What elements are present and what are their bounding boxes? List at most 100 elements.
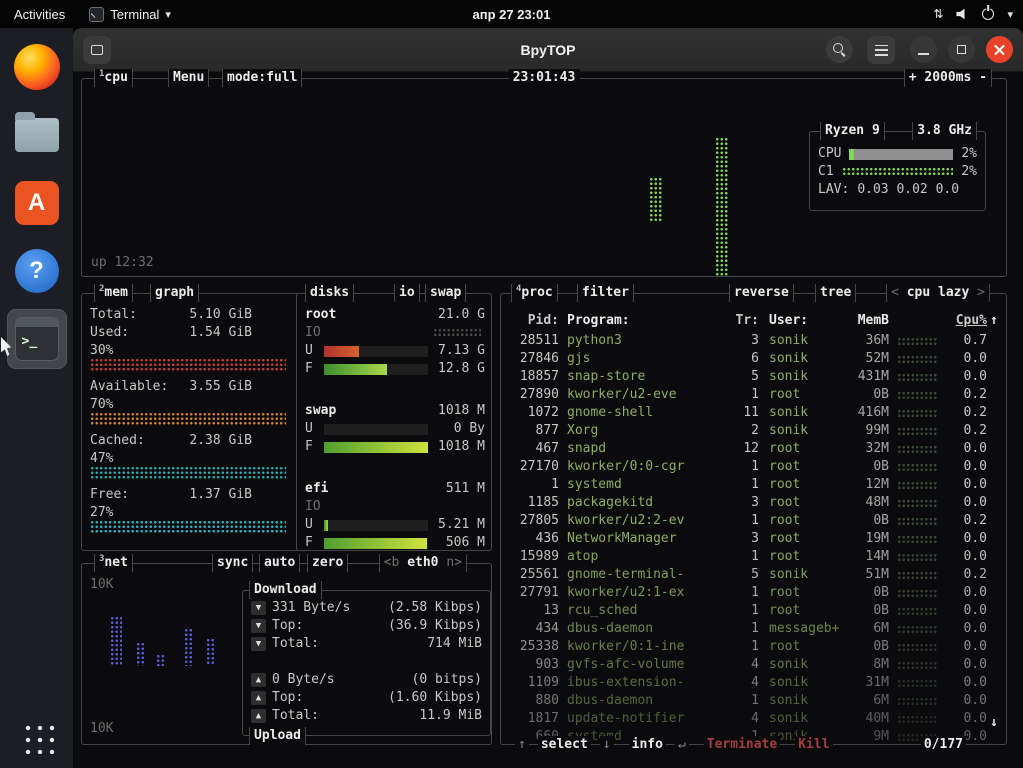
- proc-box-title[interactable]: 4proc: [511, 284, 558, 302]
- process-user: sonik: [769, 350, 845, 368]
- header-threads[interactable]: Tr:: [729, 312, 759, 330]
- cpu-model: Ryzen 9: [820, 122, 885, 140]
- cpu-clock: 23:01:43: [509, 69, 580, 87]
- process-row[interactable]: 880 dbus-daemon 1 sonik 6M 0.0: [501, 692, 1006, 710]
- process-row[interactable]: 1072 gnome-shell 11 sonik 416M 0.2: [501, 404, 1006, 422]
- process-row[interactable]: 1185 packagekitd 3 root 48M 0.0: [501, 494, 1006, 512]
- header-mem[interactable]: MemB: [845, 312, 889, 330]
- proc-filter-button[interactable]: filter: [577, 284, 634, 302]
- mem-available-graph: [90, 412, 286, 425]
- activities-button[interactable]: Activities: [0, 0, 79, 28]
- upload-arrow-icon: ▲: [251, 709, 266, 723]
- close-button[interactable]: [986, 36, 1013, 63]
- dock-item-help[interactable]: ?: [8, 242, 66, 300]
- process-row[interactable]: 28511 python3 3 sonik 36M 0.7: [501, 332, 1006, 350]
- disk-size: 21.0 G: [438, 306, 485, 324]
- process-row[interactable]: 1109 ibus-extension- 4 sonik 31M 0.0: [501, 674, 1006, 692]
- process-row[interactable]: 27890 kworker/u2-eve 1 root 0B 0.2: [501, 386, 1006, 404]
- menu-button[interactable]: [867, 36, 895, 64]
- upload-arrow-icon: ▲: [251, 691, 266, 705]
- process-user: root: [769, 548, 845, 566]
- process-row[interactable]: 467 snapd 12 root 32M 0.0: [501, 440, 1006, 458]
- process-user: root: [769, 584, 845, 602]
- info-action[interactable]: info: [629, 736, 666, 754]
- net-interface-switcher[interactable]: <b eth0 n>: [379, 554, 467, 572]
- net-line-value: (1.60 Kibps): [388, 689, 482, 707]
- maximize-icon: [957, 45, 966, 54]
- new-tab-button[interactable]: [83, 36, 111, 64]
- search-button[interactable]: [826, 36, 853, 63]
- dock-item-files[interactable]: [8, 106, 66, 164]
- dock-item-firefox[interactable]: [8, 38, 66, 96]
- process-row[interactable]: 27170 kworker/0:0-cgr 1 root 0B 0.0: [501, 458, 1006, 476]
- window-titlebar[interactable]: BpyTOP: [73, 28, 1023, 72]
- process-row[interactable]: 25338 kworker/0:1-ine 1 root 0B 0.0: [501, 638, 1006, 656]
- process-row[interactable]: 15989 atop 1 root 14M 0.0: [501, 548, 1006, 566]
- mem-box-title[interactable]: 2mem: [94, 284, 133, 302]
- process-row[interactable]: 903 gvfs-afc-volume 4 sonik 8M 0.0: [501, 656, 1006, 674]
- header-pid[interactable]: Pid:: [505, 312, 559, 330]
- proc-reverse-tab[interactable]: reverse: [729, 284, 794, 302]
- down-arrow-key[interactable]: ↓: [600, 736, 614, 754]
- process-mem: 9M: [845, 728, 889, 746]
- disk-used-label: U: [305, 342, 317, 360]
- net-graph-cluster: [184, 628, 194, 666]
- process-row[interactable]: 1817 update-notifier 4 sonik 40M 0.0: [501, 710, 1006, 728]
- clock[interactable]: апр 27 23:01: [473, 7, 551, 22]
- disk-name: root: [305, 306, 336, 324]
- header-cpu[interactable]: Cpu%: [939, 312, 987, 330]
- uptime: up 12:32: [91, 254, 154, 272]
- proc-sort-control[interactable]: < cpu lazy >: [886, 284, 990, 302]
- header-program[interactable]: Program:: [567, 312, 727, 330]
- mem-graph-tab[interactable]: graph: [150, 284, 199, 302]
- terminate-action[interactable]: Terminate: [704, 736, 780, 754]
- process-user: sonik: [769, 422, 845, 440]
- kill-action[interactable]: Kill: [795, 736, 832, 754]
- show-applications-button[interactable]: [20, 720, 54, 754]
- process-row[interactable]: 27846 gjs 6 sonik 52M 0.0: [501, 350, 1006, 368]
- process-mem: 52M: [845, 350, 889, 368]
- process-cpu: 0.2: [939, 386, 987, 404]
- process-row[interactable]: 18857 snap-store 5 sonik 431M 0.0: [501, 368, 1006, 386]
- select-action[interactable]: select: [538, 736, 591, 754]
- disks-io-tab[interactable]: io: [394, 284, 420, 302]
- disks-swap-tab[interactable]: swap: [425, 284, 466, 302]
- process-row[interactable]: 25561 gnome-terminal- 5 sonik 51M 0.2: [501, 566, 1006, 584]
- app-menu[interactable]: Terminal ▾: [79, 0, 181, 28]
- net-auto-tab[interactable]: auto: [259, 554, 300, 572]
- maximize-button[interactable]: [948, 36, 975, 63]
- system-tray[interactable]: ⇅ ▾: [933, 7, 1013, 21]
- enter-key[interactable]: ↵: [675, 736, 689, 754]
- cpu-info-inset: Ryzen 9 3.8 GHz CPU 2% C1 2% LAV: 0.03 0…: [809, 131, 986, 211]
- cpu-box-title[interactable]: 1cpu: [94, 69, 133, 87]
- minimize-button[interactable]: [910, 36, 937, 63]
- mode-toggle[interactable]: mode:full: [222, 69, 302, 87]
- proc-tree-tab[interactable]: tree: [815, 284, 856, 302]
- process-row[interactable]: 436 NetworkManager 3 root 19M 0.0: [501, 530, 1006, 548]
- up-arrow-key[interactable]: ↑: [515, 736, 529, 754]
- process-row[interactable]: 13 rcu_sched 1 root 0B 0.0: [501, 602, 1006, 620]
- net-box-title[interactable]: 3net: [94, 554, 133, 572]
- chevron-down-icon: ▾: [165, 8, 171, 21]
- header-user[interactable]: User:: [769, 312, 845, 330]
- process-name: systemd: [567, 476, 727, 494]
- process-threads: 1: [729, 638, 759, 656]
- process-row[interactable]: 27791 kworker/u2:1-ex 1 root 0B 0.0: [501, 584, 1006, 602]
- update-interval-control[interactable]: + 2000ms -: [904, 69, 992, 87]
- process-row[interactable]: 27805 kworker/u2:2-ev 1 root 0B 0.2: [501, 512, 1006, 530]
- net-sync-tab[interactable]: sync: [212, 554, 253, 572]
- process-pid: 1109: [505, 674, 559, 692]
- process-cpu: 0.2: [939, 422, 987, 440]
- disks-box-title[interactable]: disks: [305, 284, 354, 302]
- mem-free-label: Free:: [90, 486, 129, 504]
- dock-item-terminal[interactable]: [8, 310, 66, 368]
- menu-button-bpytop[interactable]: Menu: [168, 69, 209, 87]
- process-row[interactable]: 877 Xorg 2 sonik 99M 0.2: [501, 422, 1006, 440]
- mem-used-graph: [90, 358, 286, 371]
- net-zero-tab[interactable]: zero: [307, 554, 348, 572]
- dock-item-software[interactable]: A: [8, 174, 66, 232]
- scroll-up-indicator[interactable]: ↑: [990, 312, 998, 330]
- process-row[interactable]: 434 dbus-daemon 1 messageb+ 6M 0.0: [501, 620, 1006, 638]
- process-row[interactable]: 1 systemd 1 root 12M 0.0: [501, 476, 1006, 494]
- scroll-down-indicator[interactable]: ↓: [990, 714, 998, 732]
